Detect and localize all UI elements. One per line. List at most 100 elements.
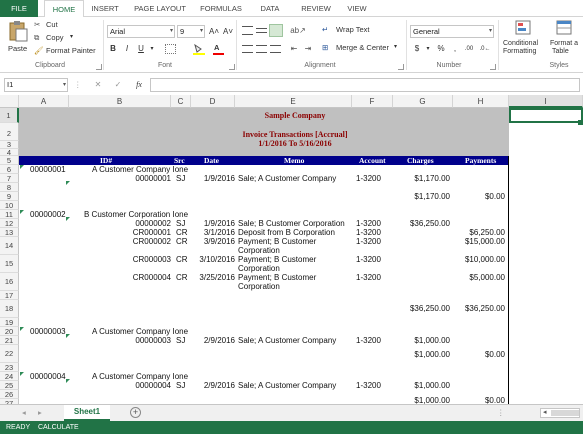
row-header[interactable]: 11	[0, 210, 19, 219]
row-header[interactable]: 4	[0, 149, 19, 156]
fill-handle[interactable]	[578, 120, 583, 125]
tab-insert[interactable]: INSERT	[86, 0, 124, 17]
conditional-formatting-button[interactable]: Conditional Formatting	[503, 20, 547, 60]
decrease-indent-icon[interactable]: ⇤	[288, 43, 300, 55]
insert-function-button[interactable]: fx	[132, 79, 146, 91]
percent-button[interactable]: %	[436, 43, 446, 55]
align-top-icon[interactable]	[242, 26, 253, 35]
chevron-down-icon[interactable]: ▾	[424, 43, 432, 55]
font-size-select[interactable]: 9 ▾	[177, 25, 205, 38]
column-header[interactable]: B	[69, 95, 171, 108]
tab-formulas[interactable]: FORMULAS	[196, 0, 246, 17]
horizontal-scrollbar[interactable]: ◂	[540, 408, 580, 418]
italic-button[interactable]: I	[122, 43, 132, 55]
row-header[interactable]: 5	[0, 156, 19, 165]
selected-cell[interactable]	[509, 108, 583, 123]
select-all-corner[interactable]	[0, 95, 19, 108]
comma-button[interactable]: ,	[450, 43, 460, 55]
increase-indent-icon[interactable]: ⇥	[302, 43, 314, 55]
tab-file[interactable]: FILE	[0, 0, 38, 17]
chevron-down-icon[interactable]: ▾	[148, 43, 156, 55]
row-header[interactable]: 22	[0, 345, 19, 363]
worksheet-grid[interactable]: A B C D E F G H I 1 2 3 4 5 6 7 8 9 10 1…	[0, 95, 583, 404]
format-as-table-button[interactable]: Format a Table	[550, 20, 583, 60]
row-header[interactable]: 13	[0, 228, 19, 237]
source: SJ	[176, 174, 186, 183]
row-header[interactable]: 18	[0, 300, 19, 318]
row-header[interactable]: 26	[0, 390, 19, 399]
row-header[interactable]: 20	[0, 327, 19, 336]
row-header[interactable]: 19	[0, 318, 19, 327]
tab-data[interactable]: DATA	[252, 0, 288, 17]
tab-page-layout[interactable]: PAGE LAYOUT	[130, 0, 190, 17]
clipboard-launcher-icon[interactable]	[96, 64, 102, 70]
sheet-tab-sheet1[interactable]: Sheet1	[64, 405, 110, 421]
bold-button[interactable]: B	[108, 43, 118, 55]
row-header[interactable]: 21	[0, 336, 19, 345]
divider	[236, 20, 237, 70]
column-header[interactable]: F	[352, 95, 393, 108]
row-header[interactable]: 10	[0, 201, 19, 210]
align-bottom-icon[interactable]	[269, 24, 283, 37]
tab-review[interactable]: REVIEW	[294, 0, 338, 17]
add-sheet-button[interactable]: +	[130, 407, 141, 418]
customer-name: A Customer Company Ione	[92, 372, 189, 381]
align-center-icon[interactable]	[256, 45, 267, 53]
paste-button[interactable]: Paste	[4, 20, 32, 58]
row-header[interactable]: 9	[0, 192, 19, 201]
column-header[interactable]: A	[19, 95, 69, 108]
decrease-decimal-icon[interactable]: .0←	[478, 43, 492, 55]
font-launcher-icon[interactable]	[229, 64, 235, 70]
name-box[interactable]: I1 ▾	[4, 78, 68, 92]
row-header[interactable]: 12	[0, 219, 19, 228]
column-header[interactable]: I	[509, 95, 583, 108]
row-header[interactable]: 15	[0, 255, 19, 273]
row-header[interactable]: 25	[0, 381, 19, 390]
scroll-right-icon[interactable]: ▸	[38, 408, 42, 417]
grow-font-button[interactable]: A˄	[208, 26, 220, 38]
row-header[interactable]: 1	[0, 108, 19, 123]
scrollbar-thumb[interactable]	[551, 410, 579, 416]
copy-button[interactable]: ⧉ Copy ▾	[34, 33, 78, 44]
number-launcher-icon[interactable]	[490, 64, 496, 70]
shrink-font-button[interactable]: A˅	[222, 26, 234, 38]
cancel-button[interactable]: ✕	[92, 79, 104, 91]
row-header[interactable]: 2	[0, 123, 19, 141]
brush-icon: 🖌	[34, 46, 44, 55]
align-right-icon[interactable]	[270, 45, 281, 53]
font-name-select[interactable]: Arial ▾	[107, 25, 175, 38]
column-header[interactable]: E	[235, 95, 352, 108]
column-header[interactable]: D	[191, 95, 235, 108]
cut-button[interactable]: ✂ Cut	[34, 20, 74, 31]
row-header[interactable]: 23	[0, 363, 19, 372]
row-header[interactable]: 7	[0, 174, 19, 183]
scroll-left-icon[interactable]: ◂	[22, 408, 26, 417]
row-header[interactable]: 14	[0, 237, 19, 255]
column-header[interactable]: G	[393, 95, 453, 108]
underline-button[interactable]: U	[136, 43, 146, 55]
align-middle-icon[interactable]	[256, 28, 267, 33]
row-header[interactable]: 17	[0, 291, 19, 300]
alignment-launcher-icon[interactable]	[398, 64, 404, 70]
orientation-icon[interactable]: ab↗	[290, 25, 306, 37]
fill-color-button[interactable]	[192, 43, 206, 55]
font-color-button[interactable]: A	[212, 43, 226, 56]
column-header[interactable]: C	[171, 95, 191, 108]
tab-home[interactable]: HOME	[44, 0, 84, 18]
formula-input[interactable]	[150, 78, 580, 92]
number-format-select[interactable]: General ▾	[410, 25, 494, 38]
wrap-text-button[interactable]: ↵ Wrap Text	[322, 25, 382, 37]
row-header[interactable]: 24	[0, 372, 19, 381]
row-header[interactable]: 16	[0, 273, 19, 291]
increase-decimal-button[interactable]: .00	[462, 43, 476, 55]
enter-button[interactable]: ✓	[112, 79, 124, 91]
format-painter-button[interactable]: 🖌 Format Painter	[34, 46, 100, 57]
merge-center-button[interactable]: ⊞ Merge & Center ▾	[322, 43, 400, 55]
align-left-icon[interactable]	[242, 45, 253, 53]
row-header[interactable]: 6	[0, 165, 19, 174]
tab-view[interactable]: VIEW	[340, 0, 374, 17]
row-header[interactable]: 8	[0, 183, 19, 192]
currency-button[interactable]: $	[412, 43, 422, 55]
column-header[interactable]: H	[453, 95, 509, 108]
borders-icon[interactable]	[165, 44, 176, 54]
